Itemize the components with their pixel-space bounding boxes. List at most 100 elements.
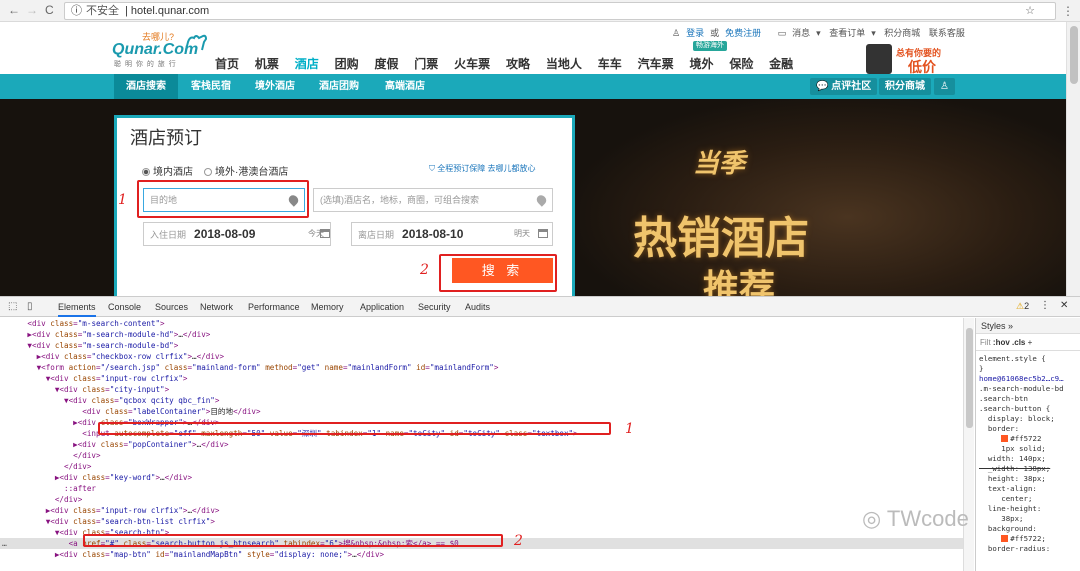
tab-application[interactable]: Application [360,302,404,312]
style-rule-line[interactable]: text-align: [979,484,1037,494]
user-icon[interactable]: ♙ [934,78,955,95]
style-rule-line[interactable]: 38px; [979,514,1023,524]
register-link[interactable]: 免费注册 [725,28,761,38]
nav-item[interactable]: 火车票 [454,55,490,72]
tab-security[interactable]: Security [418,302,451,312]
close-icon[interactable]: ✕ [1060,300,1068,311]
style-rule-line[interactable]: #ff5722; [979,534,1046,544]
browser-menu-icon[interactable]: ⋮ [1062,4,1074,18]
nav-item-hotel[interactable]: 酒店 [295,55,319,72]
dom-node-line[interactable]: ▶<div class="checkbox-row clrfix">…</div… [0,351,963,362]
dom-node-line[interactable]: ▶<div class="popContainer">…</div> [0,439,963,450]
style-rule-line[interactable]: home@61068ec5b2…c9… [979,374,1064,384]
qunar-logo[interactable]: 去哪儿? Qunar.Com 聪 明 你 的 旅 行 [112,30,208,70]
nav-item[interactable]: 门票 [414,55,438,72]
nav-item[interactable]: 机票 [255,55,279,72]
dom-node-line[interactable]: ▶<div class="input-row clrfix">…</div> [0,505,963,516]
nav-item[interactable]: 汽车票 [638,55,674,72]
styles-tab-header[interactable]: Styles » [976,318,1080,334]
dom-node-line[interactable]: </div> [0,461,963,472]
nav-item[interactable]: 当地人 [546,55,582,72]
tab-audits[interactable]: Audits [465,302,490,312]
styles-filter[interactable]: Filt :hov .cls + [976,335,1080,351]
nav-item[interactable]: 车车 [598,55,622,72]
dom-node-line[interactable]: ▼<div class="qcbox qcity qbc_fin"> [0,395,963,406]
checkout-date-field[interactable]: 离店日期 2018-08-10 明天 [351,222,553,246]
orders-link[interactable]: 查看订单 [829,28,865,38]
style-rule-line[interactable]: element.style { [979,354,1046,364]
tab-styles[interactable]: Styles [981,321,1006,331]
style-rule-line[interactable]: 1px solid; [979,444,1046,454]
messages-link[interactable]: 消息 [792,28,810,38]
address-bar[interactable]: ⓘ 不安全 | hotel.qunar.com ☆ [64,2,1056,20]
tab-elements[interactable]: Elements [58,302,96,317]
dom-node-line[interactable]: ▶<div class="key-word">…</div> [0,472,963,483]
cls-toggle[interactable]: .cls [1012,338,1025,347]
style-rule-line[interactable]: .search-button { [979,404,1050,414]
dom-node-line[interactable]: ▶<div class="map-btn" id="mainlandMapBtn… [0,549,963,560]
back-arrow-icon[interactable]: ← [8,3,20,17]
subnav-item[interactable]: 客栈民宿 [180,74,242,99]
device-toggle-icon[interactable]: ▯ [27,301,33,312]
hov-toggle[interactable]: :hov [993,338,1010,347]
tab-sources[interactable]: Sources [155,302,188,312]
nav-item[interactable]: 团购 [335,55,359,72]
radio-domestic[interactable]: 境内酒店 [142,163,193,178]
dom-node-line[interactable]: ▼<div class="m-search-module-bd"> [0,340,963,351]
community-button[interactable]: 💬 点评社区 [810,78,878,95]
login-link[interactable]: 登录 [686,28,704,38]
nav-item[interactable]: 首页 [215,55,239,72]
style-rule-line[interactable]: .m-search-module-bd [979,384,1064,394]
dom-node-line[interactable]: ▼<div class="search-btn-list clrfix"> [0,516,963,527]
add-rule-icon[interactable]: + [1028,338,1033,347]
subnav-hotel-search[interactable]: 酒店搜索 [114,74,178,99]
tab-performance[interactable]: Performance [248,302,300,312]
subnav-item[interactable]: 境外酒店 [244,74,306,99]
points-mall-link[interactable]: 积分商城 [884,28,920,38]
subnav-item[interactable]: 酒店团购 [308,74,370,99]
radio-overseas[interactable]: 境外·港澳台酒店 [204,163,288,178]
tab-network[interactable]: Network [200,302,233,312]
reload-icon[interactable]: C [45,3,54,17]
dom-node-line[interactable]: ▼<div class="city-input"> [0,384,963,395]
style-rule-line[interactable]: display: block; [979,414,1055,424]
more-icon[interactable]: ⋮ [1040,300,1050,311]
nav-item[interactable]: 金融 [769,55,793,72]
style-rule-line[interactable]: height: 38px; [979,474,1046,484]
elements-scrollbar[interactable] [963,318,974,571]
style-rule-line[interactable]: .search-btn [979,394,1028,404]
style-rule-line[interactable]: center; [979,494,1032,504]
nav-item[interactable]: 境外 [689,55,713,72]
keyword-input[interactable]: (选填)酒店名，地标，商圈，可组合搜索 [313,188,553,212]
tab-memory[interactable]: Memory [311,302,344,312]
nav-item[interactable]: 保险 [729,55,753,72]
dom-node-line[interactable]: ▼<div class="input-row clrfix"> [0,373,963,384]
warning-icon[interactable]: ⚠2 [1016,301,1029,312]
points-button[interactable]: 积分商城 [879,78,931,95]
style-rule-line[interactable]: } [979,364,983,374]
dom-node-line[interactable]: ▼<form action="/search.jsp" class="mainl… [0,362,963,373]
nav-item[interactable]: 攻略 [506,55,530,72]
inspect-icon[interactable]: ⬚ [8,301,17,312]
style-rule-line[interactable]: #ff5722 [979,434,1041,444]
color-swatch-icon[interactable] [1001,535,1009,542]
style-rule-line[interactable]: border-radius: [979,544,1050,554]
dom-node-line[interactable]: </div> [0,494,963,505]
dom-node-line[interactable]: <div class="m-search-content"> [0,318,963,329]
checkin-date-field[interactable]: 入住日期 2018-08-09 今天 [143,222,331,246]
color-swatch-icon[interactable] [1001,435,1009,442]
dom-node-line[interactable]: <div class="labelContainer">目的地</div> [0,406,963,417]
style-rule-line[interactable]: line-height: [979,504,1041,514]
page-scrollbar[interactable] [1066,22,1080,296]
nav-item[interactable]: 度假 [374,55,398,72]
subnav-item[interactable]: 高端酒店 [372,74,438,99]
forward-arrow-icon[interactable]: → [26,3,38,17]
header-ad[interactable]: 总有你要的 低价 [866,44,966,75]
tab-console[interactable]: Console [108,302,141,312]
style-rule-line[interactable]: background: [979,524,1037,534]
style-rule-line[interactable]: _width: 138px; [979,464,1050,474]
dom-node-line[interactable]: ::after [0,483,963,494]
service-link[interactable]: 联系客服 [929,28,965,38]
dom-node-line[interactable]: </div> [0,450,963,461]
star-icon[interactable]: ☆ [1025,3,1035,19]
